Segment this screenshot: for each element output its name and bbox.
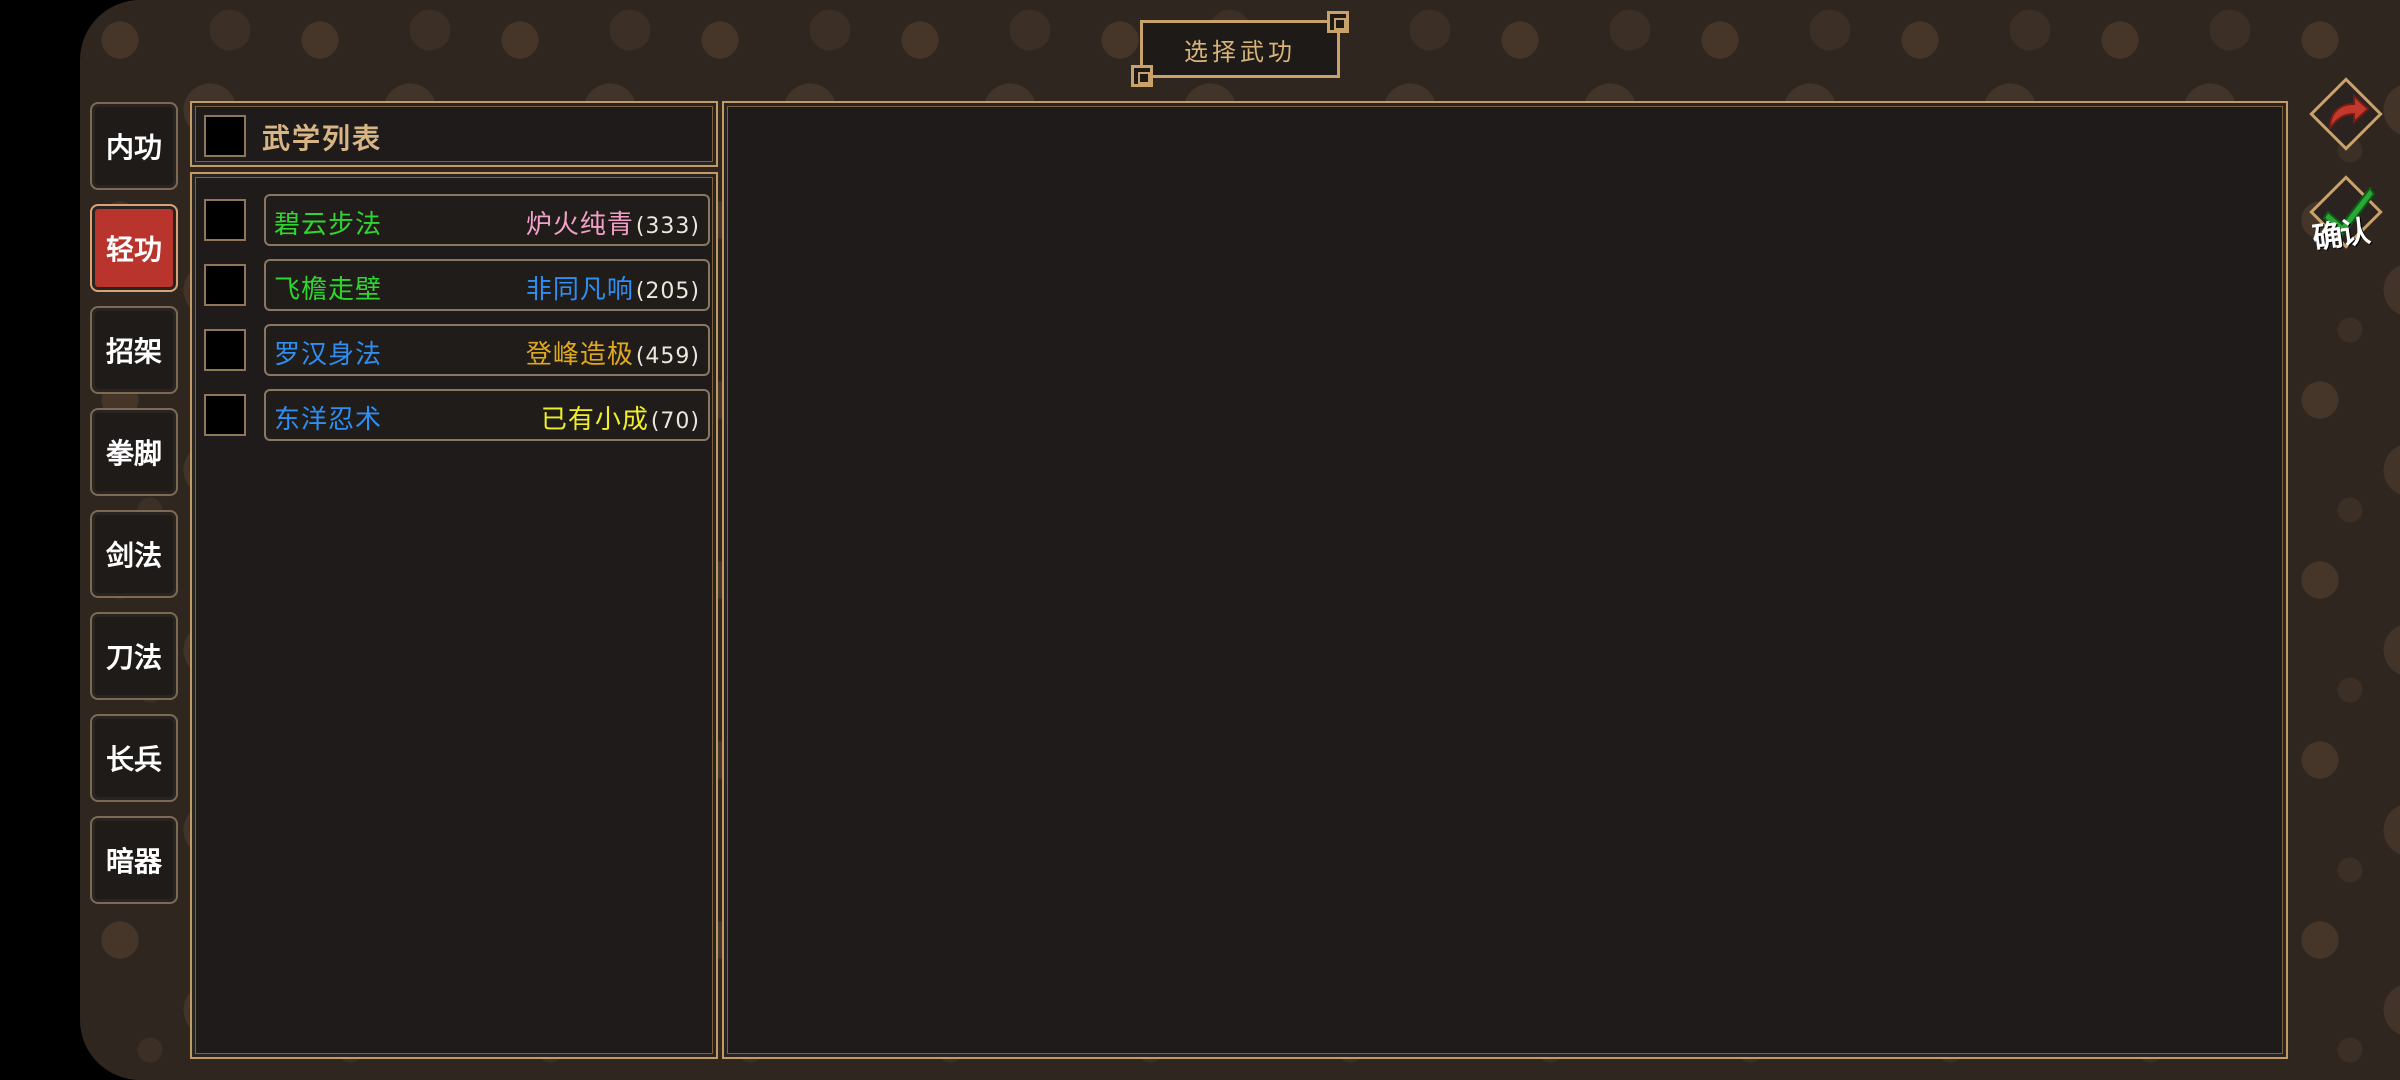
skill-entry[interactable]: 飞檐走壁 非同凡响 (205) (264, 259, 710, 311)
skill-name: 碧云步法 (274, 210, 383, 240)
skill-checkbox[interactable] (204, 264, 246, 306)
list-item[interactable]: 东洋忍术 已有小成 (70) (192, 387, 720, 443)
confirm-button[interactable]: 确认 (2308, 174, 2384, 257)
tab-daofa[interactable]: 刀法 (90, 612, 178, 700)
skill-name: 罗汉身法 (274, 340, 383, 370)
skill-level: 非同凡响 (205) (526, 269, 700, 306)
skill-name: 飞檐走壁 (274, 275, 383, 305)
tab-jianfa[interactable]: 剑法 (90, 510, 178, 598)
skill-count: (333) (635, 214, 700, 239)
skill-detail-panel (722, 101, 2288, 1059)
skill-entry[interactable]: 碧云步法 炉火纯青 (333) (264, 194, 710, 246)
list-item[interactable]: 罗汉身法 登峰造极 (459) (192, 322, 720, 378)
skill-level-text: 炉火纯青 (525, 210, 634, 240)
screen-title: 选择武功 (1184, 37, 1296, 66)
skill-count: (70) (650, 409, 700, 434)
skill-name: 东洋忍术 (274, 405, 383, 435)
title-plaque: 选择武功 (1131, 11, 1349, 87)
skill-checkbox[interactable] (204, 199, 246, 241)
tab-qinggong[interactable]: 轻功 (90, 204, 178, 292)
knot-ornament (1327, 11, 1349, 33)
skill-entry[interactable]: 罗汉身法 登峰造极 (459) (264, 324, 710, 376)
skill-level: 登峰造极 (459) (526, 334, 700, 371)
list-item[interactable]: 碧云步法 炉火纯青 (333) (192, 192, 720, 248)
back-button[interactable] (2308, 76, 2384, 152)
confirm-label: 确认 (2310, 214, 2371, 257)
tab-anqi[interactable]: 暗器 (90, 816, 178, 904)
game-screen: 选择武功 内功 轻功 招架 拳脚 剑法 刀法 长兵 暗器 武学列表 碧云步法 炉… (0, 0, 2400, 1080)
tab-zhaojia[interactable]: 招架 (90, 306, 178, 394)
skill-level-text: 登峰造极 (525, 340, 634, 370)
select-all-checkbox[interactable] (204, 115, 246, 157)
skill-entry[interactable]: 东洋忍术 已有小成 (70) (264, 389, 710, 441)
skill-level-text: 已有小成 (540, 405, 649, 435)
skill-level-text: 非同凡响 (525, 275, 634, 305)
skill-checkbox[interactable] (204, 329, 246, 371)
skill-count: (459) (635, 344, 700, 369)
back-arrow-icon (2328, 93, 2370, 131)
tab-changbing[interactable]: 长兵 (90, 714, 178, 802)
tab-quanjiao[interactable]: 拳脚 (90, 408, 178, 496)
knot-ornament (1131, 65, 1153, 87)
list-item[interactable]: 飞檐走壁 非同凡响 (205) (192, 257, 720, 313)
skill-level: 已有小成 (70) (541, 399, 700, 436)
skill-list-title: 武学列表 (262, 122, 383, 155)
tab-neigong[interactable]: 内功 (90, 102, 178, 190)
skill-list-header: 武学列表 (190, 101, 718, 167)
skill-checkbox[interactable] (204, 394, 246, 436)
skill-level: 炉火纯青 (333) (526, 204, 700, 241)
skill-count: (205) (635, 279, 700, 304)
skill-list: 碧云步法 炉火纯青 (333) 飞檐走壁 非同凡响 (205) 罗汉身法 登峰造… (190, 172, 718, 1059)
